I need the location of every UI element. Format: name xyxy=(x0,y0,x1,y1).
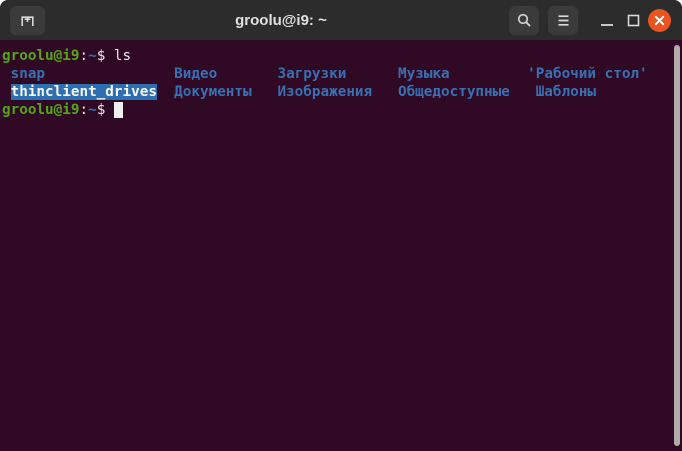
tab-new-icon xyxy=(19,12,36,29)
terminal-line: thinclient_drives Документы Изображения … xyxy=(2,83,682,101)
terminal-text-segment: $ xyxy=(96,102,114,118)
dir-name: Общедоступные xyxy=(397,84,510,100)
scrollbar-thumb[interactable] xyxy=(674,45,680,446)
dir-name: Музыка xyxy=(398,66,450,82)
dir-name: Шаблоны xyxy=(535,84,596,100)
terminal-content: groolu@i9:~$ ls snap Видео Загрузки Музы… xyxy=(0,40,682,119)
maximize-icon xyxy=(627,14,640,27)
header-bar[interactable]: groolu@i9: ~ xyxy=(0,0,682,40)
dir-name: snap xyxy=(10,66,46,82)
search-icon xyxy=(516,12,533,29)
prompt-user-host: groolu@i9 xyxy=(2,48,80,64)
terminal-screen[interactable]: groolu@i9:~$ ls snap Видео Загрузки Музы… xyxy=(0,40,682,451)
terminal-cursor xyxy=(113,102,123,118)
menu-button[interactable] xyxy=(548,5,578,35)
window-title: groolu@i9: ~ xyxy=(235,11,327,29)
dir-name: 'Рабочий стол' xyxy=(527,66,648,82)
hamburger-menu-icon xyxy=(556,14,571,27)
terminal-window: groolu@i9: ~ groolu@i9:~$ ls snap Видео … xyxy=(0,0,682,451)
prompt-path: ~ xyxy=(88,102,97,118)
terminal-line: groolu@i9:~$ ls xyxy=(2,47,682,65)
new-tab-button[interactable] xyxy=(10,6,45,35)
minimize-icon xyxy=(600,23,614,27)
close-button[interactable] xyxy=(646,0,672,40)
command-text: ls xyxy=(113,48,132,64)
terminal-text-segment: : xyxy=(79,48,89,64)
terminal-text-segment: : xyxy=(79,102,89,118)
close-x-icon xyxy=(647,8,671,32)
terminal-line: snap Видео Загрузки Музыка 'Рабочий стол… xyxy=(2,65,682,83)
maximize-button[interactable] xyxy=(620,0,646,40)
terminal-text-segment: $ xyxy=(96,48,114,64)
search-button[interactable] xyxy=(509,5,539,35)
terminal-line: groolu@i9:~$ xyxy=(2,101,682,119)
prompt-user-host: groolu@i9 xyxy=(2,102,80,118)
dir-name: Документы xyxy=(174,84,252,100)
header-controls xyxy=(509,0,672,40)
dir-name: Загрузки xyxy=(277,66,347,82)
prompt-path: ~ xyxy=(88,48,97,64)
selected-dir-name: thinclient_drives xyxy=(10,84,157,100)
dir-name: Видео xyxy=(174,66,218,82)
dir-name: Изображения xyxy=(277,84,373,100)
minimize-button[interactable] xyxy=(594,0,620,40)
